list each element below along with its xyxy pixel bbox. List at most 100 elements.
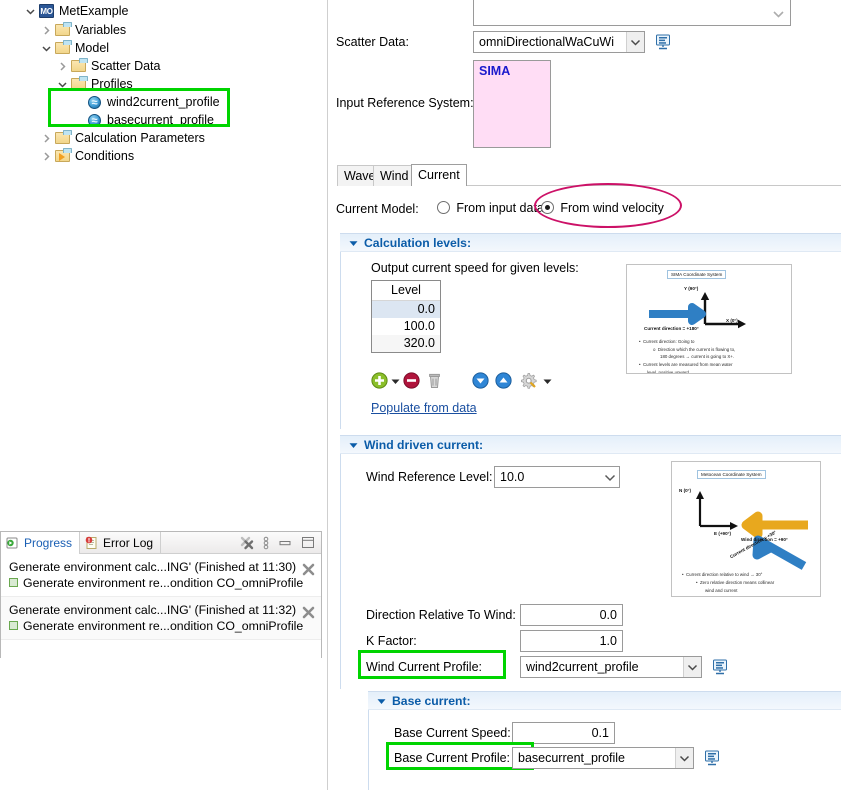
minimize-icon[interactable] <box>278 537 292 549</box>
progress-view-tabbar[interactable]: Progress Error Log <box>1 532 321 554</box>
tab-progress[interactable]: Progress <box>1 532 80 553</box>
list-item[interactable]: Generate environment calc...ING' (Finish… <box>1 554 321 597</box>
open-editor-icon[interactable] <box>702 748 722 768</box>
radio-from-input-data[interactable]: From input data <box>437 201 544 215</box>
progress-item-line2: Generate environment re...ondition CO_om… <box>9 618 295 634</box>
tree-item-basecurrent-profile[interactable]: basecurrent_profile <box>70 111 214 129</box>
table-row[interactable]: 320.0 <box>372 335 440 352</box>
chevron-right-icon[interactable] <box>38 22 54 38</box>
tree-item-label: Profiles <box>90 75 133 93</box>
wind-reference-level-select[interactable]: 10.0 <box>494 466 620 488</box>
tree-item-model[interactable]: Model <box>38 39 109 57</box>
chevron-down-icon[interactable] <box>675 748 693 768</box>
model-tree-panel[interactable]: MO MetExample Variables Model Scatter <box>0 0 325 528</box>
section-title: Calculation levels: <box>364 236 471 250</box>
environment-editor-panel[interactable]: Scatter Data: omniDirectionalWaCuWi Inpu… <box>327 0 841 790</box>
chevron-down-icon[interactable] <box>772 9 785 23</box>
view-menu-icon[interactable] <box>263 536 269 550</box>
progress-view-toolbar[interactable] <box>232 532 321 553</box>
base-current-profile-select[interactable]: basecurrent_profile <box>512 747 694 769</box>
scatter-data-label: Scatter Data: <box>336 35 409 49</box>
list-item[interactable]: Generate environment calc...ING' (Finish… <box>1 597 321 640</box>
chevron-down-icon[interactable] <box>377 697 386 706</box>
section-wind-driven-current[interactable]: Wind driven current: <box>340 435 841 454</box>
chevron-down-icon[interactable] <box>601 467 619 487</box>
section-rule <box>340 252 341 429</box>
diagram-bullet-text: Direction which the current is flowing t… <box>658 347 735 352</box>
tree-item-label: Model <box>74 39 109 57</box>
populate-from-data-link[interactable]: Populate from data <box>371 401 477 415</box>
chevron-down-icon[interactable] <box>38 40 54 56</box>
chevron-down-icon[interactable] <box>349 441 358 450</box>
diagram-bullet-text: Current direction relative to wind → 30° <box>686 572 762 577</box>
chevron-down-icon[interactable] <box>349 239 358 248</box>
tree-item-conditions[interactable]: Conditions <box>38 147 134 165</box>
open-editor-icon[interactable] <box>653 32 673 52</box>
progress-item-line1: Generate environment calc...ING' (Finish… <box>9 602 295 618</box>
tab-wind[interactable]: Wind <box>373 165 415 186</box>
k-factor-label: K Factor: <box>366 634 417 648</box>
chevron-right-icon[interactable] <box>38 130 54 146</box>
add-icon[interactable] <box>370 371 390 391</box>
tree-item-label: Scatter Data <box>90 57 160 75</box>
section-calculation-levels[interactable]: Calculation levels: <box>340 233 841 252</box>
chevron-down-icon[interactable] <box>626 32 644 52</box>
move-up-icon[interactable] <box>494 371 514 391</box>
table-row[interactable]: 100.0 <box>372 318 440 335</box>
chevron-right-icon[interactable] <box>54 58 70 74</box>
radio-icon[interactable] <box>541 201 554 214</box>
environment-tabs[interactable]: Wave Wind Current <box>337 165 841 186</box>
add-dropdown-caret-icon[interactable] <box>390 374 400 388</box>
chevron-down-icon[interactable] <box>22 3 38 19</box>
radio-label: From wind velocity <box>560 201 664 215</box>
diagram-bullet-text: Current levels are measured from mean wa… <box>643 362 733 367</box>
tree-item-variables[interactable]: Variables <box>38 21 126 39</box>
section-base-current[interactable]: Base current: <box>368 691 841 710</box>
folder-icon <box>54 40 71 56</box>
radio-from-wind-velocity[interactable]: From wind velocity <box>541 201 664 215</box>
chevron-right-icon[interactable] <box>38 148 54 164</box>
error-log-icon <box>85 536 99 550</box>
maximize-icon[interactable] <box>301 536 315 549</box>
tab-error-log[interactable]: Error Log <box>80 532 161 553</box>
progress-view[interactable]: Progress Error Log <box>0 531 322 658</box>
sima-coordinate-system-diagram: SIMA Coordinate System Y (90°) X (0°) Cu… <box>626 264 792 374</box>
tree-item-wind2current-profile[interactable]: wind2current_profile <box>70 93 220 111</box>
wind-current-profile-select[interactable]: wind2current_profile <box>520 656 702 678</box>
diagram-arrow-label: Current direction = +180° <box>644 326 699 331</box>
tab-label: Progress <box>24 536 72 550</box>
progress-view-body[interactable]: Generate environment calc...ING' (Finish… <box>1 554 321 658</box>
direction-relative-to-wind-input[interactable]: 0.0 <box>520 604 623 626</box>
radio-icon[interactable] <box>437 201 450 214</box>
k-factor-input[interactable]: 1.0 <box>520 630 623 652</box>
scatter-data-select[interactable]: omniDirectionalWaCuWi <box>473 31 645 53</box>
delete-icon[interactable] <box>425 371 445 391</box>
move-down-icon[interactable] <box>471 371 491 391</box>
settings-dropdown-caret-icon[interactable] <box>542 374 552 388</box>
chevron-down-icon[interactable] <box>683 657 701 677</box>
tree-item-scatter-data[interactable]: Scatter Data <box>54 57 160 75</box>
chevron-down-icon[interactable] <box>54 76 70 92</box>
tab-current[interactable]: Current <box>411 164 467 186</box>
remove-icon[interactable] <box>402 371 422 391</box>
diagram-bullet: • Zero relative direction means collinea… <box>696 580 774 585</box>
list-item[interactable]: SIMA <box>474 61 550 81</box>
calculation-levels-toolbar[interactable] <box>370 371 552 391</box>
table-row[interactable]: 0.0 <box>372 301 440 318</box>
section-rule <box>340 454 341 689</box>
open-editor-icon[interactable] <box>710 657 730 677</box>
calculation-levels-table[interactable]: Level 0.0 100.0 320.0 <box>371 280 441 353</box>
cancel-task-button[interactable] <box>302 563 315 579</box>
cancel-task-button[interactable] <box>302 606 315 622</box>
task-icon <box>9 621 18 630</box>
base-current-profile-value: basecurrent_profile <box>513 748 675 768</box>
remove-all-finished-icon[interactable] <box>240 536 254 550</box>
base-current-speed-input[interactable]: 0.1 <box>512 722 615 744</box>
description-textarea[interactable] <box>473 0 791 26</box>
tree-item-profiles[interactable]: Profiles <box>54 75 133 93</box>
input-reference-system-list[interactable]: SIMA <box>473 60 551 148</box>
diagram-bullet: • Current direction relative to wind → 3… <box>682 572 762 577</box>
settings-icon[interactable] <box>519 371 539 391</box>
tree-item-metexample[interactable]: MO MetExample <box>0 2 325 20</box>
tree-item-calculation-parameters[interactable]: Calculation Parameters <box>38 129 205 147</box>
